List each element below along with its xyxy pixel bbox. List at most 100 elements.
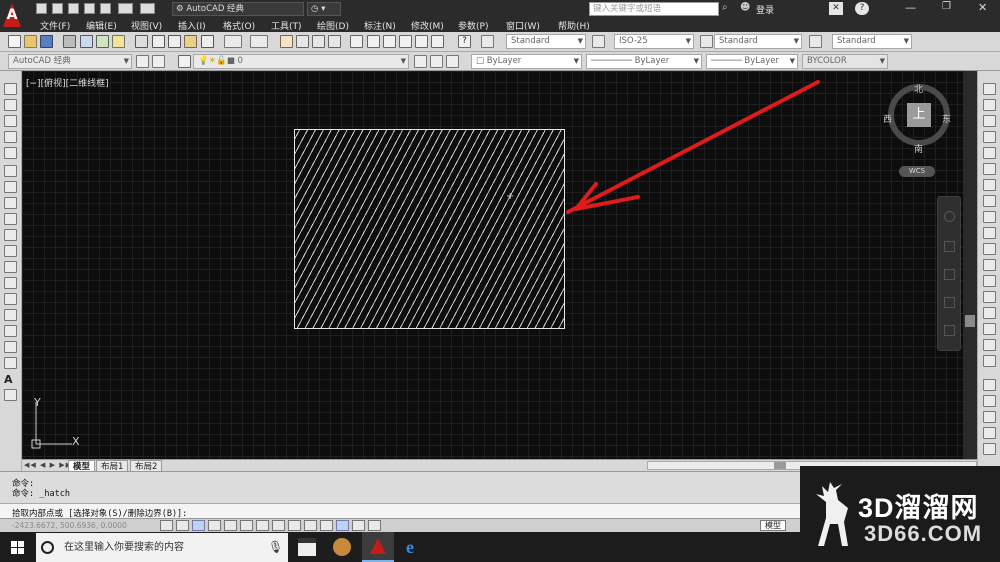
login-button[interactable]: 登录 [756,3,774,16]
command-input[interactable]: 拾取内部点或 [选择对象(S)/删除边界(B)]: [0,503,800,519]
zoom-window-icon[interactable] [312,35,325,48]
taskbar-search-input[interactable]: 在这里输入你要搜索的内容 🎙 [36,533,288,562]
polar-tracking-icon[interactable] [224,520,237,531]
blend-curves-icon[interactable] [983,339,996,351]
view-cube[interactable]: 上 北 南 东 西 [883,82,952,158]
save-as-icon[interactable] [84,3,95,14]
3d-object-snap-icon[interactable] [256,520,269,531]
layer-properties-icon[interactable] [178,55,191,68]
object-snap-icon[interactable] [240,520,253,531]
menu-dimension[interactable]: 标注(N) [364,19,396,32]
windows-start-icon[interactable] [11,541,24,554]
undo-tool-icon[interactable] [224,35,242,48]
binoculars-icon[interactable]: ⌕ [722,2,736,16]
linetype-dropdown[interactable]: ──────── ByLayer ▼ [586,54,702,69]
transparency-icon[interactable] [336,520,349,531]
vertical-scrollbar[interactable] [963,71,977,459]
menu-parametric[interactable]: 参数(P) [458,19,488,32]
copy-icon[interactable] [152,35,165,48]
customize-icon[interactable] [152,55,165,68]
circle-icon[interactable] [4,181,17,193]
draw-order-icon[interactable] [983,379,996,391]
plotstyle-dropdown[interactable]: BYCOLOR ▼ [802,54,888,69]
region-icon[interactable] [4,341,17,353]
polyline-icon[interactable] [4,115,17,127]
design-center-icon[interactable] [367,35,380,48]
hatch-icon[interactable] [4,309,17,321]
menu-window[interactable]: 窗口(W) [506,19,540,32]
ellipse-arc-icon[interactable] [4,245,17,257]
menu-modify[interactable]: 修改(M) [411,19,444,32]
table-icon[interactable] [4,357,17,369]
point-icon[interactable] [4,293,17,305]
match-properties-icon[interactable] [184,35,197,48]
navigation-bar[interactable] [937,196,961,351]
menu-tools[interactable]: 工具(T) [271,19,302,32]
save-file-icon[interactable] [40,35,53,48]
menu-edit[interactable]: 编辑(E) [86,19,117,32]
new-file-icon[interactable] [8,35,21,48]
offset-icon[interactable] [983,131,996,143]
mirror-icon[interactable] [983,115,996,127]
properties-icon[interactable] [350,35,363,48]
ellipse-icon[interactable] [4,229,17,241]
exchange-icon[interactable]: ✕ [829,2,843,15]
compass-south[interactable]: 南 [914,142,923,155]
vertical-scroll-thumb[interactable] [965,315,975,327]
sheet-set-icon[interactable] [399,35,412,48]
search-input[interactable]: 键入关键字或短语 [589,2,719,16]
menu-insert[interactable]: 插入(I) [178,19,206,32]
tab-navigation-arrows[interactable]: ◀◀ ◀ ▶ ▶▶ [24,461,72,469]
autocad-taskbar-button[interactable] [362,532,394,562]
user-icon[interactable]: ☻ [740,2,754,16]
table-style-dropdown[interactable]: Standard ▼ [714,34,802,49]
edge-taskbar-icon[interactable]: e [406,537,414,558]
calculator-icon[interactable] [431,35,444,48]
workspace-options-dropdown[interactable]: ◷ ▾ [307,2,341,16]
spline-icon[interactable] [4,213,17,225]
dynamic-ucs-icon[interactable] [288,520,301,531]
text-style-dropdown[interactable]: Standard ▼ [506,34,586,49]
pan-icon[interactable] [280,35,293,48]
tool-palettes-icon[interactable] [383,35,396,48]
stretch-icon[interactable] [983,211,996,223]
autocad-logo-button[interactable]: A [0,0,24,32]
paint-taskbar-icon[interactable] [333,538,351,556]
arc-icon[interactable] [4,165,17,177]
paste-icon[interactable] [168,35,181,48]
rectangle-icon[interactable] [4,147,17,159]
make-block-icon[interactable] [4,277,17,289]
line-icon[interactable] [4,83,17,95]
scale-icon[interactable] [983,195,996,207]
join-icon[interactable] [983,291,996,303]
zoom-extents-icon[interactable] [944,269,955,280]
pan-nav-icon[interactable] [944,241,955,252]
trim-icon[interactable] [983,227,996,239]
send-to-back-icon[interactable] [983,411,996,423]
extend-icon[interactable] [983,243,996,255]
close-button[interactable]: ✕ [978,1,987,14]
move-icon[interactable] [983,163,996,175]
print-icon[interactable] [100,3,111,14]
multiline-text-icon[interactable]: A [4,373,17,386]
layer-previous-icon[interactable] [430,55,443,68]
infer-constraints-icon[interactable] [160,520,173,531]
dim-style-dropdown[interactable]: ISO-25 ▼ [614,34,694,49]
hatched-rectangle[interactable] [294,129,565,329]
construction-line-icon[interactable] [4,99,17,111]
workspace-switcher[interactable]: ⚙ AutoCAD 经典 [172,2,304,16]
gradient-icon[interactable] [4,325,17,337]
compass-west[interactable]: 西 [883,112,892,125]
showmotion-icon[interactable] [944,325,955,336]
grid-display-icon[interactable] [192,520,205,531]
menu-file[interactable]: 文件(F) [40,19,70,32]
steering-wheel-icon[interactable] [944,211,955,222]
dynamic-input-icon[interactable] [304,520,317,531]
rotate-icon[interactable] [983,179,996,191]
quick-properties-icon[interactable] [352,520,365,531]
break-at-point-icon[interactable] [983,259,996,271]
cube-top-face[interactable]: 上 [907,103,931,127]
open-icon[interactable] [52,3,63,14]
redo-icon[interactable] [140,3,155,14]
horizontal-scroll-thumb[interactable] [774,462,786,469]
